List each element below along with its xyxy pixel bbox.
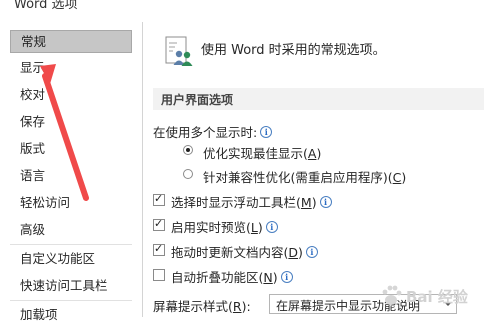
radio-optimize-compatibility-label[interactable]: 针对兼容性优化(需重启应用程序)(C) xyxy=(203,167,406,186)
sidebar-item-proofing[interactable]: 校对 xyxy=(10,83,132,106)
multi-display-label: 在使用多个显示时: i xyxy=(153,122,273,141)
info-icon[interactable]: i xyxy=(280,271,293,283)
options-content: 使用 Word 时采用的常规选项。 用户界面选项 在使用多个显示时: i 优化实现… xyxy=(143,22,484,317)
screentip-style-label: 屏幕提示样式(R): xyxy=(153,299,251,314)
checkbox-mini-toolbar-label[interactable]: 选择时显示浮动工具栏(M) i xyxy=(171,192,332,211)
options-sidebar: 常规 显示 校对 保存 版式 语言 轻松访问 高级 自定义功能区 快速访问工具栏… xyxy=(0,22,143,322)
sidebar-item-quick-access-toolbar[interactable]: 快速访问工具栏 xyxy=(10,274,132,297)
info-icon[interactable]: i xyxy=(260,126,273,138)
checkbox-mini-toolbar[interactable] xyxy=(153,192,165,206)
sidebar-item-save[interactable]: 保存 xyxy=(10,110,132,133)
radio-optimize-best-label[interactable]: 优化实现最佳显示(A) xyxy=(203,143,321,162)
checkbox-update-while-dragging[interactable] xyxy=(153,242,165,256)
section-title: 用户界面选项 xyxy=(161,93,234,107)
sidebar-item-display[interactable]: 显示 xyxy=(10,56,132,79)
sidebar-item-language[interactable]: 语言 xyxy=(10,164,132,187)
sidebar-item-customize-ribbon[interactable]: 自定义功能区 xyxy=(10,247,132,270)
checkbox-collapse-ribbon[interactable] xyxy=(153,269,165,281)
info-icon[interactable]: i xyxy=(265,221,278,233)
sidebar-separator xyxy=(10,300,132,301)
sidebar-item-advanced[interactable]: 高级 xyxy=(10,218,132,241)
section-header-ui-options: 用户界面选项 xyxy=(153,88,484,110)
checkbox-collapse-ribbon-label[interactable]: 自动折叠功能区(N) i xyxy=(171,267,293,286)
checkbox-live-preview[interactable] xyxy=(153,217,165,231)
sidebar-item-add-ins[interactable]: 加载项 xyxy=(10,303,132,326)
checkbox-update-while-dragging-label[interactable]: 拖动时更新文档内容(D) i xyxy=(171,242,318,261)
radio-optimize-best[interactable] xyxy=(183,145,193,155)
sidebar-item-typography[interactable]: 版式 xyxy=(10,137,132,160)
info-icon[interactable]: i xyxy=(319,196,332,208)
title-bar: Word 选项 xyxy=(0,0,484,20)
watermark: Bai 经验 xyxy=(376,278,484,314)
header-text: 使用 Word 时采用的常规选项。 xyxy=(201,43,386,58)
sidebar-item-general[interactable]: 常规 xyxy=(10,30,132,53)
radio-optimize-compatibility[interactable] xyxy=(183,169,193,179)
checkbox-live-preview-label[interactable]: 启用实时预览(L) i xyxy=(171,217,278,236)
window-title: Word 选项 xyxy=(14,0,78,12)
watermark-text: Bai 经验 xyxy=(406,288,468,306)
sidebar-separator xyxy=(10,244,132,245)
sidebar-item-accessibility[interactable]: 轻松访问 xyxy=(10,191,132,214)
options-people-icon xyxy=(165,36,193,66)
info-icon[interactable]: i xyxy=(305,246,318,258)
